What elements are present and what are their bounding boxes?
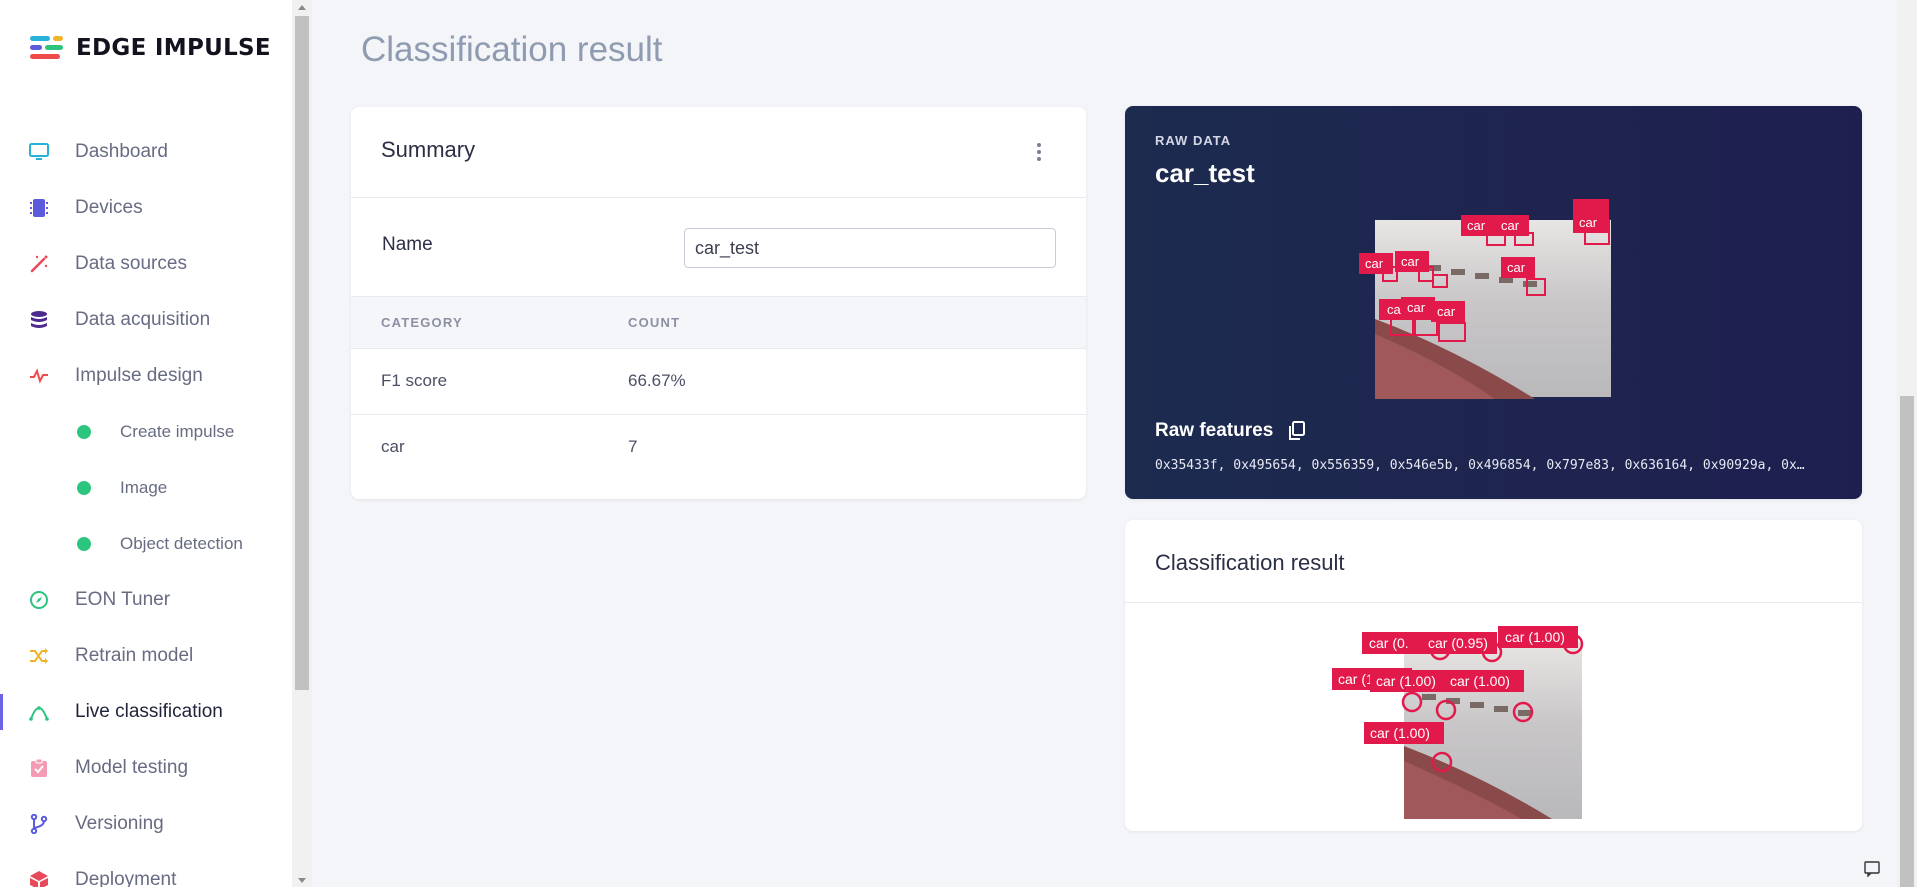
curve-icon [28, 701, 50, 723]
name-row: Name [351, 198, 1086, 297]
summary-card-header: Summary [351, 107, 1086, 198]
compass-icon [28, 589, 50, 611]
sidebar-scrollbar[interactable] [292, 0, 312, 887]
raw-features-value: 0x35433f, 0x495654, 0x556359, 0x546e5b, … [1155, 458, 1805, 473]
svg-text:car (1.00): car (1.00) [1376, 673, 1436, 689]
sidebar-item-impulse-design[interactable]: Impulse design [0, 352, 292, 400]
raw-data-kicker: RAW DATA [1155, 133, 1232, 148]
sidebar-item-retrain-model[interactable]: Retrain model [0, 632, 292, 680]
svg-text:car: car [1579, 215, 1598, 230]
svg-text:car (1.00): car (1.00) [1450, 673, 1510, 689]
sidebar-item-model-testing[interactable]: Model testing [0, 744, 292, 792]
name-label: Name [382, 234, 433, 255]
sidebar-item-data-acquisition[interactable]: Data acquisition [0, 296, 292, 344]
sidebar-item-image[interactable]: Image [0, 464, 292, 512]
sidebar-item-live-classification[interactable]: Live classification [0, 688, 292, 736]
more-options-icon[interactable] [1036, 143, 1042, 161]
monitor-icon [28, 141, 50, 163]
copy-icon[interactable] [1288, 421, 1306, 441]
page-title: Classification result [361, 30, 663, 69]
raw-data-title: car_test [1155, 158, 1255, 188]
branch-icon [28, 813, 50, 835]
sidebar-item-create-impulse[interactable]: Create impulse [0, 408, 292, 456]
table-header: CATEGORY COUNT [351, 297, 1086, 349]
sidebar-item-eon-tuner[interactable]: EON Tuner [0, 576, 292, 624]
svg-text:car: car [1365, 256, 1384, 271]
classification-image: car (0. car (0.95) car (1.00) car (1.00)… [1332, 626, 1584, 819]
raw-data-image: car car car car car car ca car car [1359, 199, 1611, 399]
classification-title: Classification result [1155, 550, 1345, 575]
scroll-down-arrow-icon[interactable] [298, 878, 306, 883]
sidebar-item-label: Create impulse [120, 422, 235, 441]
main-scrollbar-thumb[interactable] [1900, 396, 1914, 887]
svg-text:car: car [1501, 218, 1520, 233]
column-header-category: CATEGORY [381, 315, 463, 330]
sidebar-item-label: Image [120, 478, 168, 497]
svg-text:car: car [1407, 300, 1426, 315]
raw-features-label: Raw features [1155, 420, 1274, 441]
edge-impulse-logo-icon [30, 34, 66, 62]
status-dot-icon [77, 481, 91, 495]
pulse-icon [28, 365, 50, 387]
shuffle-icon [28, 645, 50, 667]
box-icon [28, 869, 50, 887]
sidebar-item-label: Dashboard [75, 141, 168, 162]
svg-text:car (1.00): car (1.00) [1505, 629, 1565, 645]
sidebar-item-label: Impulse design [75, 365, 203, 386]
sidebar-item-label: Devices [75, 197, 143, 218]
sidebar-item-dashboard[interactable]: Dashboard [0, 128, 292, 176]
column-header-count: COUNT [628, 315, 681, 330]
name-input[interactable] [684, 228, 1056, 268]
main-scrollbar[interactable] [1897, 0, 1917, 887]
sidebar-item-label: Model testing [75, 757, 189, 778]
sidebar: EDGE IMPULSE Dashboard Devices Data sour… [0, 0, 292, 887]
feedback-icon[interactable] [1864, 861, 1880, 878]
sidebar-item-label: Data acquisition [75, 309, 211, 330]
sidebar-scrollbar-thumb[interactable] [295, 16, 309, 690]
svg-text:car (1.00): car (1.00) [1370, 725, 1430, 741]
sidebar-item-deployment[interactable]: Deployment [0, 856, 292, 887]
sidebar-item-label: EON Tuner [75, 589, 171, 610]
svg-text:car (0.: car (0. [1369, 635, 1409, 651]
svg-text:ca: ca [1387, 302, 1402, 317]
summary-card: Summary Name CATEGORY COUNT F1 score 66.… [351, 107, 1086, 499]
svg-text:car: car [1467, 218, 1486, 233]
svg-text:car (0.95): car (0.95) [1428, 635, 1488, 651]
sidebar-item-versioning[interactable]: Versioning [0, 800, 292, 848]
brand-name: EDGE IMPULSE [76, 35, 271, 61]
sidebar-item-devices[interactable]: Devices [0, 184, 292, 232]
raw-data-card: RAW DATA car_test car car car car car ca… [1125, 106, 1862, 499]
sidebar-item-label: Retrain model [75, 645, 194, 666]
sidebar-item-data-sources[interactable]: Data sources [0, 240, 292, 288]
database-icon [28, 309, 50, 331]
sidebar-item-label: Versioning [75, 813, 164, 834]
status-dot-icon [77, 425, 91, 439]
scroll-up-arrow-icon[interactable] [298, 5, 306, 10]
sidebar-item-label: Live classification [75, 701, 223, 722]
sidebar-item-object-detection[interactable]: Object detection [0, 520, 292, 568]
classification-result-card: Classification result car (0. car (0.95)… [1125, 520, 1862, 831]
table-row: F1 score 66.67% [351, 349, 1086, 415]
table-row: car 7 [351, 415, 1086, 481]
status-dot-icon [77, 537, 91, 551]
logo[interactable]: EDGE IMPULSE [30, 34, 271, 62]
sidebar-item-label: Object detection [120, 534, 243, 553]
count-cell: 66.67% [628, 371, 686, 390]
magic-wand-icon [28, 253, 50, 275]
svg-text:car: car [1507, 260, 1526, 275]
svg-text:car: car [1401, 254, 1420, 269]
sidebar-item-label: Deployment [75, 869, 177, 887]
chip-icon [28, 197, 50, 219]
svg-text:car: car [1437, 304, 1456, 319]
classification-card-header: Classification result [1125, 520, 1862, 603]
category-cell: F1 score [381, 371, 448, 390]
count-cell: 7 [628, 437, 638, 456]
summary-title: Summary [381, 137, 476, 162]
sidebar-item-label: Data sources [75, 253, 187, 274]
category-cell: car [381, 437, 405, 456]
clipboard-check-icon [28, 757, 50, 779]
